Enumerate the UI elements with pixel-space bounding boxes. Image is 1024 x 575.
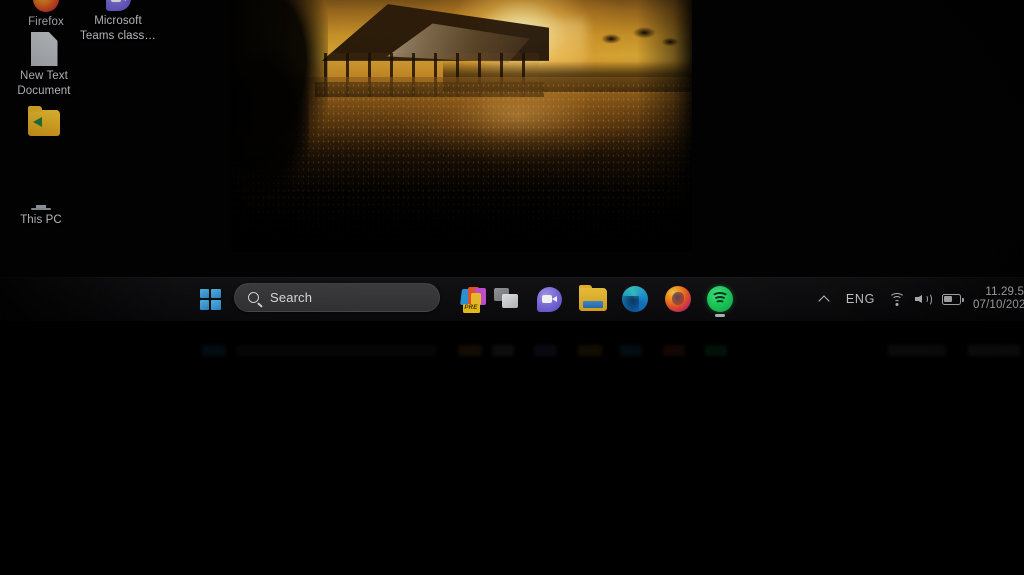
desktop-icon-label: r [0, 143, 26, 158]
teams-class-icon [105, 0, 131, 11]
taskbar-app-teams[interactable] [534, 283, 564, 315]
desktop[interactable]: Firefox Microsoft Teams class… New Text … [0, 0, 1024, 278]
task-view-icon [494, 288, 520, 310]
desktop-icon-label: New Text Document [17, 70, 71, 97]
spotify-icon [707, 286, 733, 317]
text-document-icon [30, 32, 58, 66]
wallpaper-vignette [231, 0, 692, 252]
edge-icon [622, 286, 648, 312]
desktop-icon-partial-label[interactable]: r [0, 143, 26, 158]
desktop-icon-teams-class[interactable]: Microsoft Teams class… [72, 0, 164, 44]
desktop-icon-folder[interactable] [3, 106, 85, 139]
firefox-icon [33, 0, 59, 12]
search-input[interactable]: Search [234, 283, 440, 312]
running-indicator [715, 314, 725, 317]
desktop-icon-label: This PC [20, 214, 62, 226]
battery-button[interactable] [936, 285, 966, 313]
system-tray[interactable]: ENG 11.29.5 07/10/202 [811, 283, 1024, 315]
screen-photo: Firefox Microsoft Teams class… New Text … [0, 0, 1024, 575]
firefox-icon [665, 286, 691, 312]
speaker-icon [914, 292, 932, 306]
folder-shortcut-icon [28, 106, 60, 136]
start-button[interactable] [196, 283, 224, 315]
taskbar-app-office[interactable]: PRE [458, 283, 490, 315]
file-explorer-icon [579, 284, 607, 311]
windows-logo-icon [199, 288, 221, 310]
battery-icon [941, 293, 964, 305]
desktop-icon-label: Microsoft Teams class… [80, 15, 156, 42]
clock[interactable]: 11.29.5 07/10/202 [966, 286, 1024, 312]
taskbar-app-file-explorer[interactable] [578, 283, 608, 315]
search-placeholder: Search [270, 290, 313, 305]
teams-icon [536, 286, 562, 312]
language-indicator[interactable]: ENG [837, 292, 884, 306]
search-icon [248, 292, 259, 303]
clock-time: 11.29.5 [985, 286, 1024, 298]
volume-button[interactable] [910, 285, 936, 313]
screen-glare-reflection [0, 321, 1024, 381]
wifi-icon [889, 292, 905, 306]
screen-bottom-dark-area [0, 381, 1024, 575]
clock-date: 07/10/202 [973, 299, 1024, 311]
wifi-button[interactable] [884, 285, 910, 313]
desktop-icon-this-pc[interactable]: This PC [0, 183, 82, 228]
this-pc-monitor-icon [25, 183, 57, 210]
desktop-icon-new-text-document[interactable]: New Text Document [3, 32, 85, 99]
taskbar-app-firefox[interactable] [663, 283, 693, 315]
office-icon: PRE [459, 287, 488, 313]
chevron-up-icon [818, 294, 830, 307]
taskbar-app-edge[interactable] [620, 283, 650, 315]
show-hidden-icons-button[interactable] [811, 285, 837, 313]
desktop-wallpaper [231, 0, 692, 252]
taskbar-app-spotify[interactable] [705, 283, 735, 317]
taskbar-task-view-button[interactable] [491, 283, 523, 315]
